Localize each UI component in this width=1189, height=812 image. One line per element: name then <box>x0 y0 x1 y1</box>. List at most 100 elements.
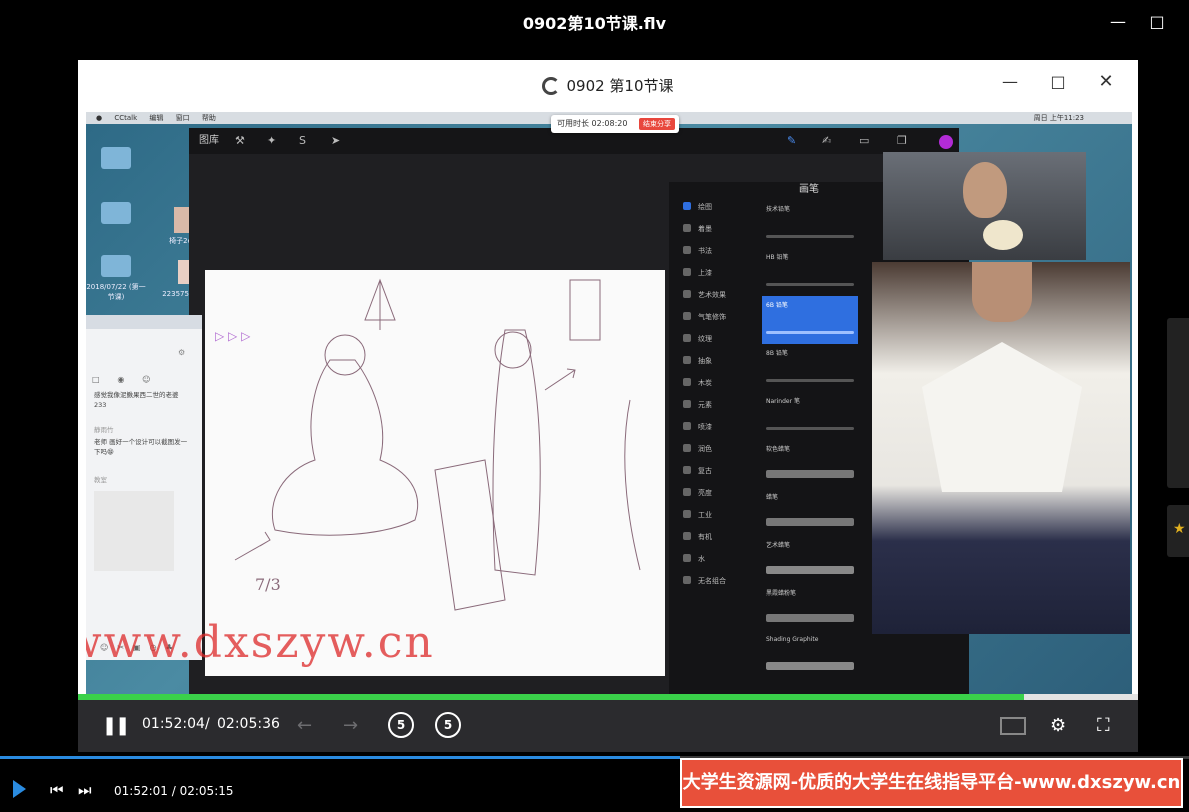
brush-category[interactable]: 无名组合 <box>683 576 726 586</box>
brush-category[interactable]: 书法 <box>683 246 712 256</box>
brush-category[interactable]: 润色 <box>683 444 712 454</box>
reference-photo-face <box>883 152 1086 260</box>
chat-message: 感觉我像泥鳅果西二世的老婆233 <box>94 391 179 409</box>
menu-item: CCtalk <box>114 114 138 122</box>
next-track-icon[interactable]: ⏭ <box>78 781 92 799</box>
flower-accessory <box>983 220 1023 250</box>
brush-category[interactable]: 上漆 <box>683 268 712 278</box>
brush-category[interactable]: 喷漆 <box>683 422 712 432</box>
promo-banner[interactable]: 大学生资源网-优质的大学生在线指导平台-www.dxszyw.cn <box>680 758 1183 808</box>
brush-item[interactable]: Shading Graphite <box>762 632 858 680</box>
brush-category[interactable]: 木炭 <box>683 378 712 388</box>
face-shape <box>972 262 1032 322</box>
time-separator: / <box>171 784 176 798</box>
magic-wand-icon[interactable]: ✦ <box>267 128 276 154</box>
sketch-canvas[interactable]: 7/3 ▷ ▷ ▷ <box>205 270 665 676</box>
next-arrow-icon[interactable]: → <box>343 714 358 738</box>
brush-category[interactable]: 绘图 <box>683 202 712 212</box>
eraser-icon[interactable]: ▭ <box>859 128 869 154</box>
inner-total-time: 02:05:36 <box>217 716 280 732</box>
face-shape <box>963 162 1007 218</box>
brush-icon[interactable]: ✎ <box>787 128 796 154</box>
close-icon[interactable]: ✕ <box>1098 73 1114 91</box>
menu-item: 窗口 <box>175 114 190 122</box>
wrench-icon[interactable]: ⚒ <box>235 128 245 154</box>
watermark-text: www.dxszyw.cn <box>86 617 435 668</box>
maximize-icon[interactable]: □ <box>1050 74 1066 90</box>
maximize-icon[interactable]: □ <box>1148 13 1166 31</box>
brush-item[interactable]: 软色蜡笔 <box>762 440 858 488</box>
brush-category[interactable]: 复古 <box>683 466 712 476</box>
brush-category[interactable]: 有机 <box>683 532 712 542</box>
fullscreen-icon[interactable]: ⛶ <box>1097 714 1110 738</box>
brush-item[interactable]: HB 铅笔 <box>762 248 858 296</box>
apple-icon: ● <box>96 114 103 122</box>
video-frame[interactable]: ● CCtalk 编辑 窗口 帮助 周日 上午11:23 2018/07/22 … <box>86 112 1132 694</box>
inner-window-title: 0902 第10节课 <box>78 75 1138 96</box>
brush-category[interactable]: 着墨 <box>683 224 712 234</box>
previous-arrow-icon[interactable]: ← <box>297 714 312 738</box>
menu-item: 编辑 <box>149 114 164 122</box>
brush-category[interactable]: 水 <box>683 554 705 564</box>
folder-icon <box>101 255 131 277</box>
reference-photo-fashion <box>872 262 1130 634</box>
brush-item[interactable]: 8B 铅笔 <box>762 344 858 392</box>
brush-category[interactable]: 气笔修饰 <box>683 312 726 322</box>
chat-sender: 静雨竹 <box>94 426 114 434</box>
brush-category[interactable]: 艺术效果 <box>683 290 726 300</box>
outer-current-time: 01:52:01 <box>114 784 168 798</box>
smudge-icon[interactable]: ✍ <box>822 128 831 154</box>
picture-in-picture-icon[interactable] <box>1000 717 1026 735</box>
brush-item-selected[interactable]: 6B 铅笔 <box>762 296 858 344</box>
brush-item[interactable]: Narinder 笔 <box>762 392 858 440</box>
sketch-drawing: 7/3 ▷ ▷ ▷ <box>215 278 641 611</box>
chat-image-thumbnail[interactable] <box>94 491 174 571</box>
menu-item: 帮助 <box>201 114 216 122</box>
play-icon[interactable] <box>13 780 26 798</box>
brush-item[interactable]: 艺术蜡笔 <box>762 536 858 584</box>
brush-category[interactable]: 抽象 <box>683 356 712 366</box>
mac-clock: 周日 上午11:23 <box>1033 114 1084 122</box>
chat-header <box>86 315 202 329</box>
folder-icon <box>101 147 131 169</box>
brush-item[interactable]: 黑霞蜡粉笔 <box>762 584 858 632</box>
rewind-5-icon[interactable]: 5 <box>388 712 414 738</box>
brush-category[interactable]: 亮度 <box>683 488 712 498</box>
outer-window-title: 0902第10节课.flv <box>522 14 667 33</box>
brush-item[interactable]: 技术铅笔 <box>762 200 858 248</box>
chat-panel: ⚙ □ ◉ ☺ 感觉我像泥鳅果西二世的老婆233 静雨竹 老师 画好一个设计可以… <box>86 315 202 660</box>
side-panel-tab[interactable] <box>1167 318 1189 488</box>
favorite-tab[interactable]: ★ <box>1167 505 1189 557</box>
ruffle-collar <box>922 342 1082 492</box>
inner-titlebar: 0902 第10节课 — □ ✕ <box>78 60 1138 112</box>
inner-title-text: 0902 第10节课 <box>566 77 674 95</box>
color-swatch[interactable] <box>939 135 953 149</box>
chat-sender: 教室 <box>94 476 107 484</box>
folder-icon <box>101 202 131 224</box>
inner-player-window: 0902 第10节课 — □ ✕ ● CCtalk 编辑 窗口 帮助 周日 上午… <box>78 60 1138 752</box>
chat-message: 老师 画好一个设计可以截图发一下吗😁 <box>94 438 188 456</box>
brush-category[interactable]: 元素 <box>683 400 712 410</box>
chat-settings-icon[interactable]: ⚙ <box>178 348 185 357</box>
svg-text:7/3: 7/3 <box>255 575 281 594</box>
svg-text:▷ ▷ ▷: ▷ ▷ ▷ <box>215 329 251 343</box>
transform-icon[interactable]: ➤ <box>331 128 340 154</box>
settings-gear-icon[interactable]: ⚙ <box>1050 714 1066 738</box>
minimize-icon[interactable]: — <box>1109 13 1127 31</box>
minimize-icon[interactable]: — <box>1002 74 1018 90</box>
brush-category[interactable]: 纹理 <box>683 334 712 344</box>
app-logo-icon <box>542 77 561 95</box>
inner-control-bar: ❚❚ 01:52:04 / 02:05:36 ← → 5 5 ⚙ ⛶ <box>78 700 1138 752</box>
layers-icon[interactable]: ❐ <box>897 128 907 154</box>
brush-category[interactable]: 工业 <box>683 510 712 520</box>
end-share-button[interactable]: 结束分享 <box>639 118 675 130</box>
gallery-button[interactable]: 图库 <box>199 128 219 154</box>
pause-icon[interactable]: ❚❚ <box>102 714 130 738</box>
previous-track-icon[interactable]: ⏮ <box>50 781 64 799</box>
brush-item[interactable]: 蜡笔 <box>762 488 858 536</box>
selection-icon[interactable]: S <box>299 128 306 154</box>
chat-tabs[interactable]: □ ◉ ☺ <box>92 375 150 384</box>
brush-panel-title: 画笔 <box>799 184 819 195</box>
inner-current-time: 01:52:04 <box>142 716 205 732</box>
forward-5-icon[interactable]: 5 <box>435 712 461 738</box>
